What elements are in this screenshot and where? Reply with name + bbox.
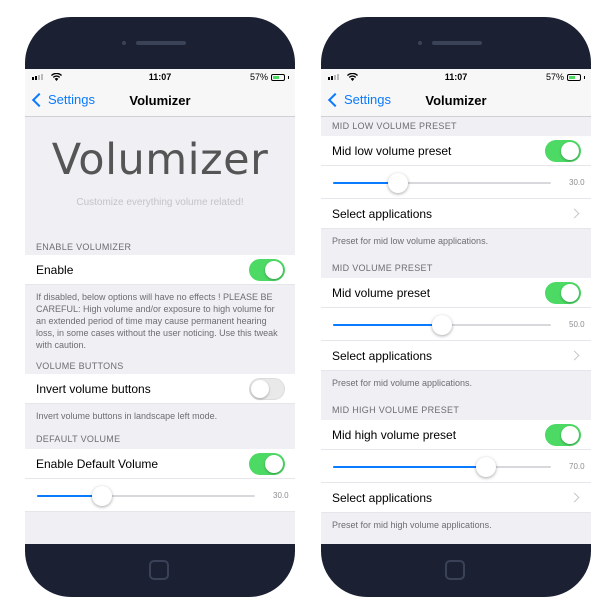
enable-footer: If disabled, below options will have no … bbox=[36, 292, 278, 350]
earpiece-speaker bbox=[432, 41, 482, 45]
battery-indicator: 57% bbox=[546, 72, 585, 82]
screen-left: 11:07 57% Settings Volumizer Volumizer C… bbox=[25, 69, 295, 544]
mid-high-slider[interactable] bbox=[333, 457, 551, 477]
slider-thumb[interactable] bbox=[475, 457, 496, 477]
mid-high-toggle[interactable] bbox=[545, 424, 581, 446]
tweak-title: Volumizer bbox=[51, 135, 269, 185]
battery-percent: 57% bbox=[249, 72, 268, 82]
default-volume-value: 30.0 bbox=[273, 491, 289, 500]
nav-title: Volumizer bbox=[129, 93, 191, 108]
battery-percent: 57% bbox=[545, 72, 564, 82]
default-volume-label: Enable Default Volume bbox=[36, 457, 159, 471]
phone-frame-left: 11:07 57% Settings Volumizer Volumizer C… bbox=[25, 17, 295, 597]
mid-low-cell: Mid low volume preset bbox=[321, 136, 591, 166]
tweak-header: Volumizer Customize everything volume re… bbox=[25, 117, 295, 233]
section-header-default-volume: DEFAULT VOLUME bbox=[36, 434, 121, 444]
home-button[interactable] bbox=[149, 560, 169, 580]
mid-low-select-label: Select applications bbox=[332, 207, 433, 221]
screen-right: 11:07 57% Settings Volumizer MID LOW VOL… bbox=[321, 69, 591, 544]
mid-high-slider-cell: 70.0 bbox=[321, 450, 591, 483]
front-camera bbox=[122, 41, 126, 45]
navigation-bar: Settings Volumizer bbox=[25, 85, 295, 117]
mid-footer: Preset for mid volume applications. bbox=[332, 378, 473, 388]
mid-high-footer: Preset for mid high volume applications. bbox=[332, 520, 492, 530]
mid-cell: Mid volume preset bbox=[321, 278, 591, 308]
default-volume-slider-cell: 30.0 bbox=[25, 479, 295, 512]
tweak-subtitle: Customize everything volume related! bbox=[76, 197, 244, 208]
nav-title: Volumizer bbox=[425, 93, 487, 108]
mid-slider-cell: 50.0 bbox=[321, 308, 591, 341]
invert-label: Invert volume buttons bbox=[36, 382, 151, 396]
mid-high-value: 70.0 bbox=[569, 462, 585, 471]
section-header-volume-buttons: VOLUME BUTTONS bbox=[36, 361, 124, 371]
slider-thumb[interactable] bbox=[92, 486, 113, 506]
mid-low-value: 30.0 bbox=[569, 178, 585, 187]
home-button[interactable] bbox=[445, 560, 465, 580]
default-volume-slider[interactable] bbox=[37, 486, 255, 506]
mid-low-slider[interactable] bbox=[333, 173, 551, 193]
phone-frame-right: 11:07 57% Settings Volumizer MID LOW VOL… bbox=[321, 17, 591, 597]
default-volume-toggle[interactable] bbox=[249, 453, 285, 475]
mid-low-toggle[interactable] bbox=[545, 140, 581, 162]
mid-select-label: Select applications bbox=[332, 349, 433, 363]
chevron-right-icon bbox=[569, 350, 580, 361]
enable-toggle[interactable] bbox=[249, 259, 285, 281]
mid-label: Mid volume preset bbox=[332, 286, 431, 300]
invert-cell: Invert volume buttons bbox=[25, 374, 295, 404]
invert-footer: Invert volume buttons in landscape left … bbox=[36, 411, 218, 421]
section-header-enable: ENABLE VOLUMIZER bbox=[36, 242, 132, 252]
default-volume-cell: Enable Default Volume bbox=[25, 449, 295, 479]
mid-select-applications[interactable]: Select applications bbox=[321, 341, 591, 371]
enable-cell: Enable bbox=[25, 255, 295, 285]
section-header-mid-high: MID HIGH VOLUME PRESET bbox=[332, 405, 460, 415]
earpiece-speaker bbox=[136, 41, 186, 45]
section-header-mid: MID VOLUME PRESET bbox=[332, 263, 433, 273]
section-header-mid-low: MID LOW VOLUME PRESET bbox=[332, 121, 457, 131]
mid-low-slider-cell: 30.0 bbox=[321, 166, 591, 199]
status-bar: 11:07 57% bbox=[321, 69, 591, 85]
mid-value: 50.0 bbox=[569, 320, 585, 329]
front-camera bbox=[418, 41, 422, 45]
battery-indicator: 57% bbox=[250, 72, 289, 82]
mid-low-select-applications[interactable]: Select applications bbox=[321, 199, 591, 229]
slider-thumb[interactable] bbox=[432, 315, 452, 335]
slider-thumb[interactable] bbox=[388, 173, 409, 193]
mid-low-label: Mid low volume preset bbox=[332, 144, 452, 158]
navigation-bar: Settings Volumizer bbox=[321, 85, 591, 117]
mid-high-cell: Mid high volume preset bbox=[321, 420, 591, 450]
chevron-right-icon bbox=[569, 208, 580, 219]
mid-low-footer: Preset for mid low volume applications. bbox=[332, 236, 489, 246]
status-bar: 11:07 57% bbox=[25, 69, 295, 85]
mid-high-label: Mid high volume preset bbox=[332, 428, 457, 442]
chevron-right-icon bbox=[569, 492, 580, 503]
mid-high-select-applications[interactable]: Select applications bbox=[321, 483, 591, 513]
invert-toggle[interactable] bbox=[249, 378, 285, 400]
battery-icon bbox=[567, 73, 581, 81]
battery-icon bbox=[271, 73, 285, 81]
mid-toggle[interactable] bbox=[545, 282, 581, 304]
mid-slider[interactable] bbox=[333, 315, 551, 335]
enable-label: Enable bbox=[36, 263, 74, 277]
mid-high-select-label: Select applications bbox=[332, 491, 433, 505]
